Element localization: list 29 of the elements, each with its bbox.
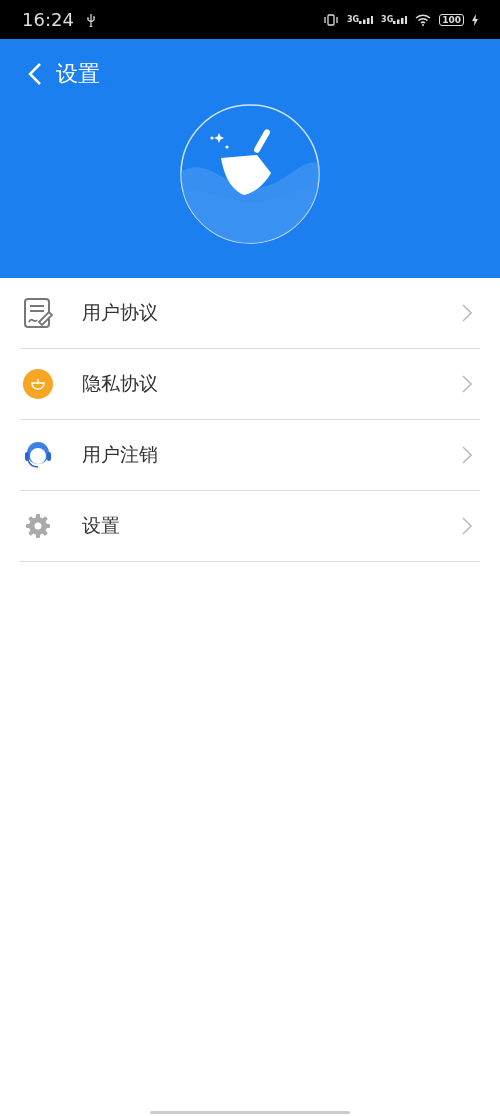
charging-icon bbox=[472, 13, 478, 26]
network-type: 3G bbox=[346, 15, 360, 24]
document-pen-icon bbox=[23, 297, 53, 329]
menu-label: 设置 bbox=[82, 513, 121, 538]
menu-label: 用户协议 bbox=[82, 300, 159, 325]
chevron-right-icon bbox=[462, 446, 472, 464]
chevron-right-icon bbox=[462, 304, 472, 322]
wifi-icon bbox=[415, 13, 432, 26]
broom-icon bbox=[179, 103, 321, 245]
usb-icon bbox=[85, 12, 96, 27]
bowl-icon bbox=[23, 369, 53, 399]
menu-item[interactable]: 用户协议 bbox=[20, 278, 480, 349]
signal-icon bbox=[359, 16, 374, 24]
menu-item[interactable]: 用户注销 bbox=[20, 420, 480, 491]
back-icon[interactable] bbox=[28, 62, 42, 86]
chevron-right-icon bbox=[462, 517, 472, 535]
menu-label: 用户注销 bbox=[82, 442, 159, 467]
menu-item[interactable]: 设置 bbox=[20, 491, 480, 562]
chevron-right-icon bbox=[462, 375, 472, 393]
status-time: 16:24 bbox=[22, 9, 74, 30]
settings-icon bbox=[25, 513, 51, 539]
vibrate-icon bbox=[322, 13, 339, 26]
page-title: 设置 bbox=[56, 60, 100, 88]
menu-item[interactable]: 隐私协议 bbox=[20, 349, 480, 420]
menu-label: 隐私协议 bbox=[82, 371, 159, 396]
headset-icon bbox=[22, 439, 54, 471]
network-type: 3G bbox=[381, 15, 394, 24]
signal-icon bbox=[393, 16, 408, 24]
battery-level: 100 bbox=[439, 13, 464, 26]
